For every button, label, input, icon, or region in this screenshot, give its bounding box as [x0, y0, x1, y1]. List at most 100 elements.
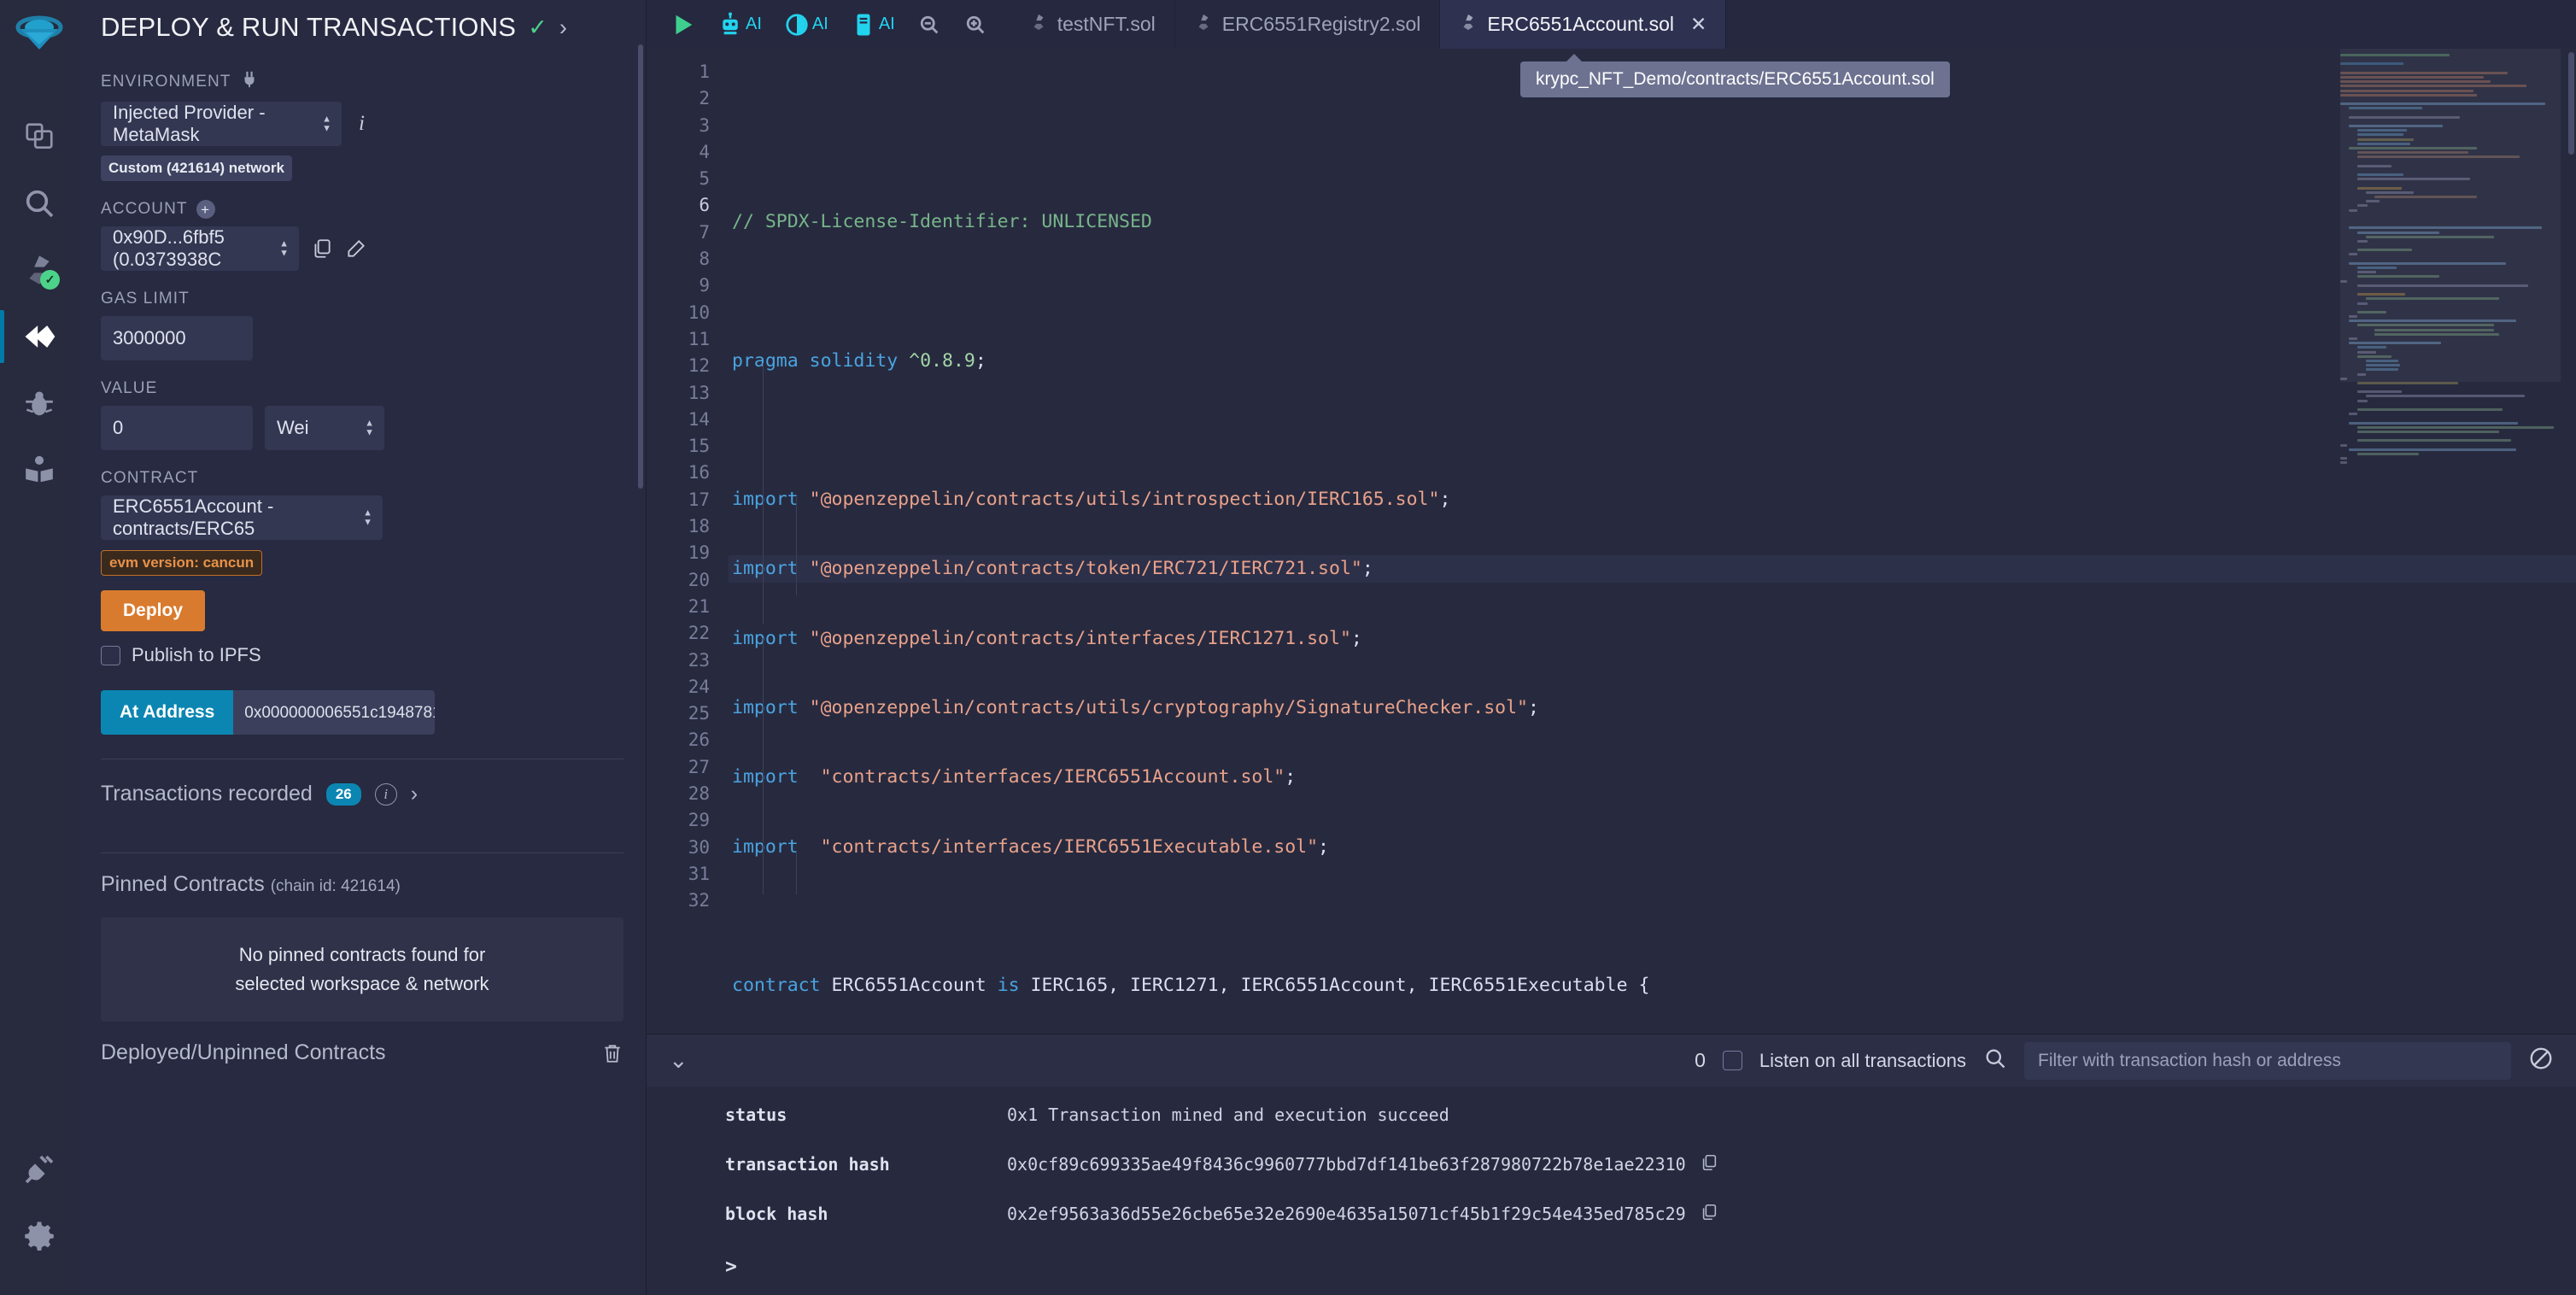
editor-toolbar: AI AI AI testNFT.sol ERC6551Registry2.so… [647, 0, 2576, 49]
check-icon: ✓ [528, 14, 547, 40]
panel-scrollbar[interactable] [638, 44, 643, 489]
tab-label: ERC6551Registry2.sol [1221, 13, 1421, 35]
chevron-updown-icon: ▲ ▼ [279, 238, 289, 259]
publish-ipfs-checkbox[interactable] [101, 645, 120, 665]
value-input[interactable]: 0 [101, 406, 253, 450]
line-number: 18 [688, 516, 710, 537]
copy-account-icon[interactable] [311, 237, 333, 260]
add-account-icon[interactable]: + [196, 200, 215, 219]
pinned-contracts-chain: (chain id: 421614) [270, 877, 401, 895]
chevron-right-icon[interactable]: › [559, 15, 567, 39]
sidebar-item-learneth[interactable] [0, 437, 79, 503]
terminal-filter-placeholder: Filter with transaction hash or address [2038, 1050, 2341, 1070]
ai-doc-icon[interactable]: AI [840, 0, 906, 49]
icon-rail: ✓ [0, 0, 79, 1295]
solidity-icon [1459, 13, 1478, 37]
minimap-slider[interactable] [2340, 49, 2561, 382]
tab-testnft[interactable]: testNFT.sol [1010, 0, 1175, 49]
account-label: ACCOUNT + [101, 200, 624, 219]
environment-row: Injected Provider - MetaMask ▲ ▼ i [101, 102, 624, 146]
at-address-button[interactable]: At Address [101, 690, 234, 735]
gas-limit-input[interactable]: 3000000 [101, 316, 253, 360]
environment-select[interactable]: Injected Provider - MetaMask ▲ ▼ [101, 102, 342, 146]
environment-label-text: ENVIRONMENT [101, 73, 231, 91]
terminal-filter-input[interactable]: Filter with transaction hash or address [2024, 1041, 2511, 1080]
chevron-right-icon[interactable]: › [411, 782, 418, 806]
account-select[interactable]: 0x90D...6fbf5 (0.0373938C ▲ ▼ [101, 226, 299, 271]
network-badge: Custom (421614) network [101, 155, 292, 181]
value-unit-select[interactable]: Wei ▲ ▼ [265, 406, 384, 450]
terminal-row-key: block hash [725, 1204, 828, 1224]
line-number-gutter: 1 2 3 4 5 6 7 8 9 10 11 12 13 14 15 16 1… [647, 49, 729, 1034]
code-line: // SPDX-License-Identifier: UNLICENSED [732, 211, 1152, 232]
editor-tabs: testNFT.sol ERC6551Registry2.sol ERC6551… [1010, 0, 1727, 49]
deploy-button[interactable]: Deploy [101, 590, 206, 631]
at-address-input[interactable]: 0x000000006551c1948781▴ [233, 690, 436, 735]
value-row: 0 Wei ▲ ▼ [101, 406, 624, 450]
contract-select[interactable]: ERC6551Account - contracts/ERC65 ▲ ▼ [101, 495, 383, 540]
gas-limit-value: 3000000 [113, 327, 186, 349]
sidebar-item-debugger[interactable] [0, 370, 79, 437]
line-number: 23 [688, 649, 710, 671]
clear-console-icon[interactable] [2528, 1046, 2554, 1075]
sidebar-item-deploy-run[interactable] [0, 303, 79, 370]
ai-contrast-icon[interactable]: AI [773, 0, 840, 49]
gas-limit-label: GAS LIMIT [101, 290, 190, 308]
code-line: import "contracts/interfaces/IERC6551Acc… [732, 766, 1297, 788]
edit-account-icon[interactable] [345, 237, 367, 260]
code-line: import "@openzeppelin/contracts/interfac… [732, 627, 1362, 649]
contract-label: CONTRACT [101, 469, 199, 487]
environment-info-icon[interactable]: i [354, 112, 370, 136]
chevron-double-down-icon[interactable]: ⌄ [669, 1047, 688, 1074]
terminal-row-key: transaction hash [725, 1154, 890, 1175]
terminal-toolbar: ⌄ 0 Listen on all transactions Filter wi… [647, 1034, 2576, 1087]
terminal-prompt[interactable]: > [647, 1239, 2576, 1295]
value-unit: Wei [277, 417, 309, 438]
tab-label: ERC6551Account.sol [1487, 13, 1675, 35]
listen-all-checkbox[interactable] [1722, 1051, 1742, 1070]
copy-icon[interactable] [1700, 1153, 1718, 1175]
tab-erc6551registry2[interactable]: ERC6551Registry2.sol [1175, 0, 1441, 49]
trash-icon[interactable] [601, 1042, 624, 1064]
code-editor[interactable]: 1 2 3 4 5 6 7 8 9 10 11 12 13 14 15 16 1… [647, 49, 2576, 1034]
sidebar-item-search[interactable] [0, 170, 79, 237]
line-number: 21 [688, 595, 710, 617]
code-line: import "@openzeppelin/contracts/token/ER… [729, 555, 2576, 583]
line-number: 24 [688, 676, 710, 697]
line-number: 28 [688, 783, 710, 805]
at-address-row: At Address 0x000000006551c1948781▴ [101, 690, 624, 735]
code-content[interactable]: // SPDX-License-Identifier: UNLICENSED p… [729, 49, 2576, 1034]
line-number: 32 [688, 890, 710, 911]
sidebar-item-plugin-manager[interactable] [0, 1136, 79, 1203]
line-number: 30 [688, 836, 710, 858]
line-number: 19 [688, 542, 710, 564]
indent-guide [763, 363, 764, 624]
info-icon[interactable]: i [374, 782, 397, 806]
chevron-updown-icon: ▲ ▼ [363, 507, 372, 528]
line-number: 9 [699, 275, 710, 296]
panel-header: DEPLOY & RUN TRANSACTIONS ✓ › [79, 0, 646, 51]
sidebar-item-settings[interactable] [0, 1203, 79, 1269]
search-icon[interactable] [1983, 1046, 2007, 1075]
pinned-empty-line-2: selected workspace & network [235, 973, 489, 995]
sidebar-item-file-explorer[interactable] [0, 103, 79, 170]
line-number: 2 [699, 88, 710, 109]
publish-ipfs-row[interactable]: Publish to IPFS [101, 644, 624, 666]
zoom-in-icon[interactable] [952, 0, 998, 49]
remix-logo-icon[interactable] [15, 15, 63, 67]
plug-icon [240, 70, 259, 94]
copy-icon[interactable] [1700, 1203, 1718, 1225]
editor-scrollbar[interactable] [2568, 52, 2574, 155]
sidebar-item-solidity-compiler[interactable]: ✓ [0, 237, 79, 303]
page-title: DEPLOY & RUN TRANSACTIONS [101, 12, 517, 42]
indent-guide [796, 497, 797, 595]
publish-ipfs-label: Publish to IPFS [132, 644, 261, 665]
ai-robot-icon[interactable]: AI [706, 0, 773, 49]
run-script-icon[interactable] [659, 0, 706, 49]
zoom-out-icon[interactable] [906, 0, 952, 49]
terminal-output[interactable]: status 0x1 Transaction mined and executi… [647, 1087, 2576, 1295]
close-icon[interactable]: ✕ [1690, 13, 1707, 36]
transactions-recorded-row[interactable]: Transactions recorded 26 i › [101, 759, 624, 829]
tab-erc6551account[interactable]: ERC6551Account.sol ✕ [1440, 0, 1727, 49]
